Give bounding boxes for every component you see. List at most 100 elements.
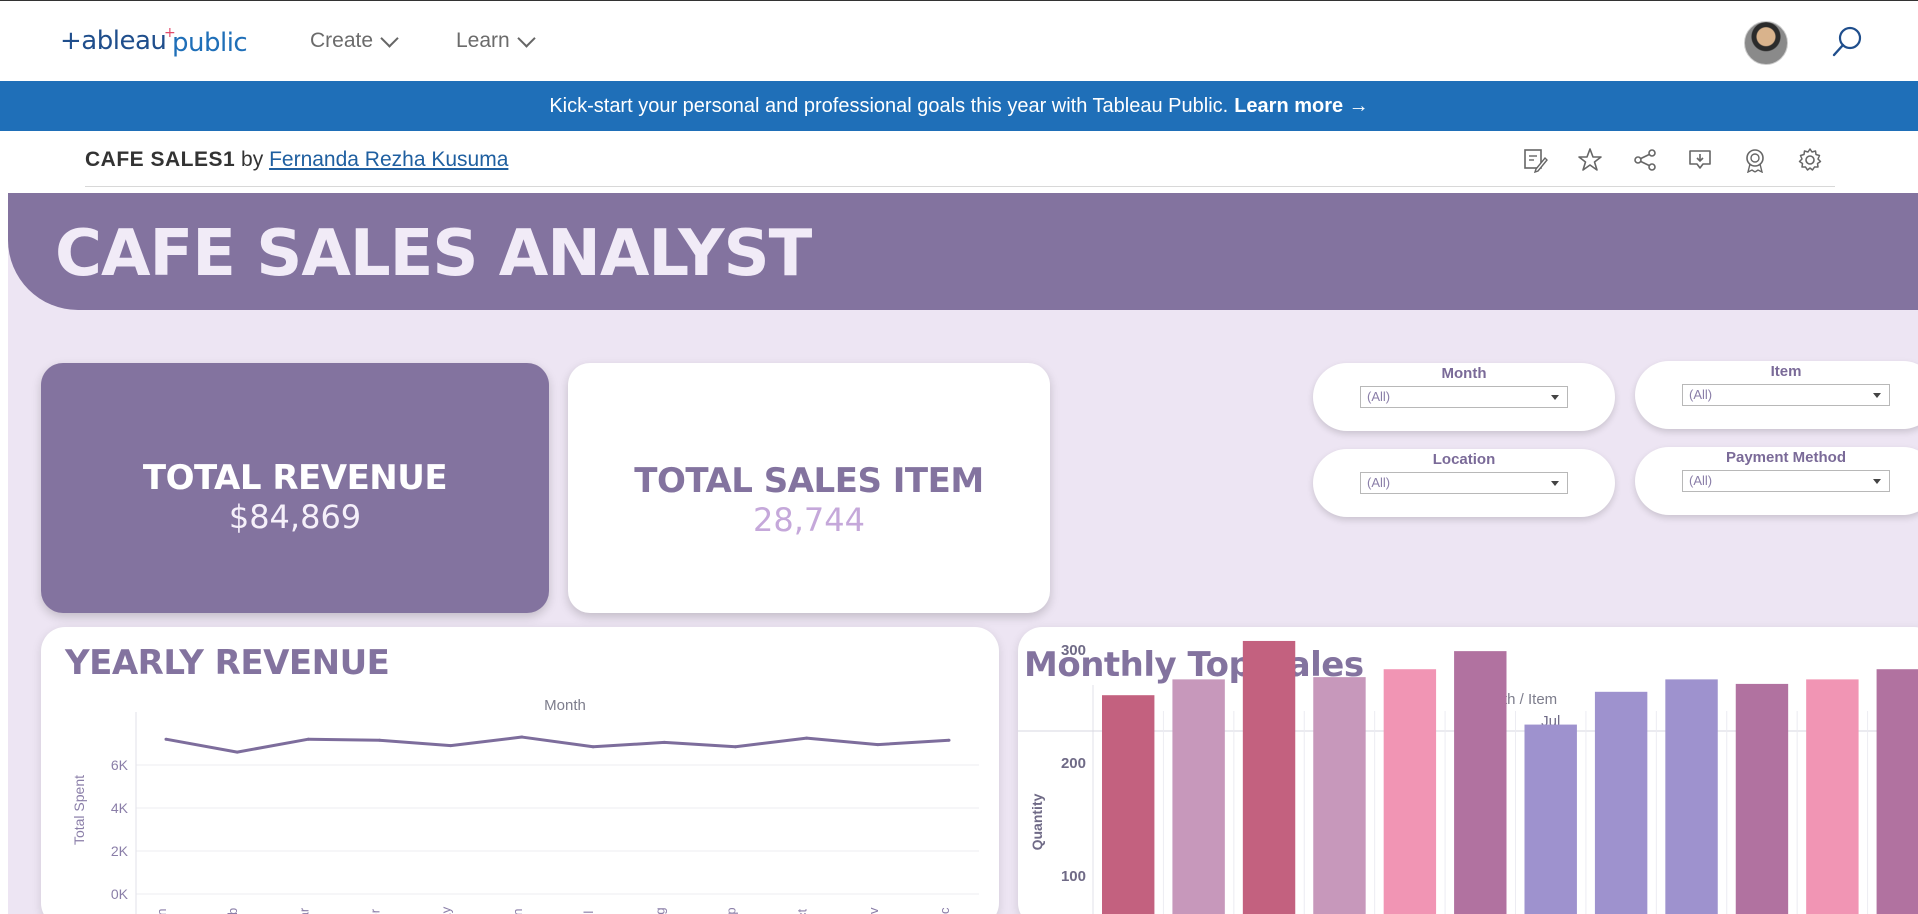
settings-icon	[1798, 148, 1822, 171]
workbook-name: CAFE SALES1	[85, 148, 236, 171]
data-point	[947, 738, 951, 742]
filter-label: Location	[1432, 451, 1496, 468]
filter-label: Payment Method	[1725, 449, 1846, 466]
filter-item: Item (All)	[1635, 361, 1918, 429]
data-point	[378, 738, 382, 742]
x-tick-label: May	[439, 906, 454, 914]
x-axis-title: Month	[544, 697, 586, 714]
x-tick-label: Jan	[154, 909, 169, 914]
data-point	[306, 737, 310, 741]
download-button[interactable]	[1685, 145, 1715, 175]
location-dropdown[interactable]: (All)	[1360, 472, 1568, 494]
bar	[1313, 677, 1366, 914]
data-point	[662, 740, 666, 744]
bar	[1383, 669, 1437, 914]
monthly-top-sales-panel: Monthly Top Sales Month / Item Quantity 30…	[1018, 627, 1918, 914]
svg-text:+ableau: +ableau	[60, 26, 166, 56]
download-icon	[1689, 150, 1711, 169]
bar	[1876, 669, 1918, 914]
x-tick-label: Jul	[581, 911, 596, 914]
bar	[1594, 691, 1648, 914]
x-tick-label: Oct	[795, 909, 810, 914]
bar	[1735, 683, 1789, 914]
y-tick-label: 200	[1061, 755, 1086, 772]
divider	[85, 186, 1835, 187]
kpi-label: TOTAL REVENUE	[142, 458, 448, 498]
y-axis-title: Quantity	[1029, 793, 1045, 850]
data-point	[591, 745, 595, 749]
filter-month: Month (All)	[1313, 363, 1615, 431]
kpi-total-revenue[interactable]: TOTAL REVENUE $84,869	[41, 363, 549, 613]
nav-learn[interactable]: Learn	[456, 28, 536, 53]
data-point	[449, 744, 453, 748]
bar	[1524, 724, 1577, 914]
author-link[interactable]: Fernanda Rezha Kusuma	[269, 148, 508, 171]
dashboard-canvas: CAFE SALES ANALYST TOTAL REVENUE $84,869…	[8, 193, 1918, 914]
yearly-revenue-chart[interactable]: Month Total Spent 6K 4K 2K 0K Jan Feb Mar Apr May J…	[41, 627, 999, 914]
filter-label: Month	[1441, 365, 1487, 382]
banner-learn-more-link[interactable]: Learn more →	[1234, 95, 1368, 118]
nav-create[interactable]: Create	[310, 28, 399, 53]
y-tick-label: 100	[1061, 868, 1086, 885]
x-tick-label: Feb	[225, 908, 240, 914]
viz-title: CAFE SALES1 by Fernanda Rezha Kusuma	[85, 148, 508, 172]
filter-label: Item	[1770, 363, 1802, 380]
kpi-total-sales-item[interactable]: TOTAL SALES ITEM 28,744	[568, 363, 1050, 613]
data-point	[164, 737, 168, 741]
kpi-label: TOTAL SALES ITEM	[634, 461, 984, 501]
award-icon	[1746, 149, 1764, 173]
viz-toolbar	[1520, 145, 1825, 175]
data-point	[520, 735, 524, 739]
by-label: by	[241, 148, 264, 171]
kpi-value: 28,744	[753, 501, 865, 539]
revenue-line	[165, 735, 950, 754]
share-icon	[1634, 149, 1656, 171]
favorite-button[interactable]	[1575, 145, 1605, 175]
settings-button[interactable]	[1795, 145, 1825, 175]
x-tick-label: Nov	[866, 907, 881, 914]
search-icon[interactable]	[1830, 25, 1864, 59]
edit-icon	[1524, 149, 1548, 173]
tableau-public-logo[interactable]: +ableau + public	[60, 23, 250, 64]
x-tick-label: Aug	[652, 907, 667, 914]
star-icon	[1578, 148, 1602, 171]
share-button[interactable]	[1630, 145, 1660, 175]
bar	[1102, 695, 1155, 914]
data-point	[235, 750, 239, 754]
svg-text:public: public	[172, 28, 247, 57]
y-tick-label: 2K	[111, 843, 129, 859]
banner-text: Kick-start your personal and professiona…	[549, 94, 1229, 117]
y-tick-label: 0K	[111, 886, 129, 902]
site-header: +ableau + public Create Learn	[0, 1, 1918, 81]
data-point	[733, 745, 737, 749]
bar	[1454, 651, 1507, 914]
dashboard-header: CAFE SALES ANALYST	[8, 193, 1918, 310]
x-tick-label: Sep	[723, 907, 738, 914]
bar	[1242, 640, 1296, 914]
x-tick-label: Apr	[368, 908, 383, 914]
logo-wordmark-icon: +ableau + public	[60, 25, 248, 58]
edit-button[interactable]	[1520, 145, 1550, 175]
data-point	[876, 743, 880, 747]
data-point	[805, 736, 809, 740]
y-tick-label: 4K	[111, 800, 129, 816]
nav-learn-label: Learn	[456, 29, 510, 52]
kpi-value: $84,869	[228, 498, 362, 536]
month-dropdown[interactable]: (All)	[1360, 386, 1568, 408]
filter-payment-method: Payment Method (All)	[1635, 447, 1918, 515]
monthly-top-sales-chart[interactable]: Month / ItemQuantity300200100JanFebMarAp…	[1018, 627, 1918, 914]
y-axis-title: Total Spent	[71, 775, 87, 845]
yearly-revenue-panel: YEARLY REVENUE MonthTotal Spent6K4K2K0KJ…	[41, 627, 999, 914]
x-tick-label: Dec	[937, 907, 952, 914]
promo-banner: Kick-start your personal and professiona…	[0, 81, 1918, 131]
bar	[1172, 679, 1225, 914]
user-avatar[interactable]	[1744, 21, 1788, 65]
payment-method-dropdown[interactable]: (All)	[1682, 470, 1890, 492]
bar	[1806, 679, 1859, 914]
x-tick-label: Jun	[510, 909, 525, 914]
item-dropdown[interactable]: (All)	[1682, 384, 1890, 406]
viz-of-the-day-button[interactable]	[1740, 145, 1770, 175]
dashboard-title: CAFE SALES ANALYST	[55, 217, 812, 291]
viz-title-bar: CAFE SALES1 by Fernanda Rezha Kusuma	[0, 131, 1918, 193]
nav-create-label: Create	[310, 29, 374, 52]
